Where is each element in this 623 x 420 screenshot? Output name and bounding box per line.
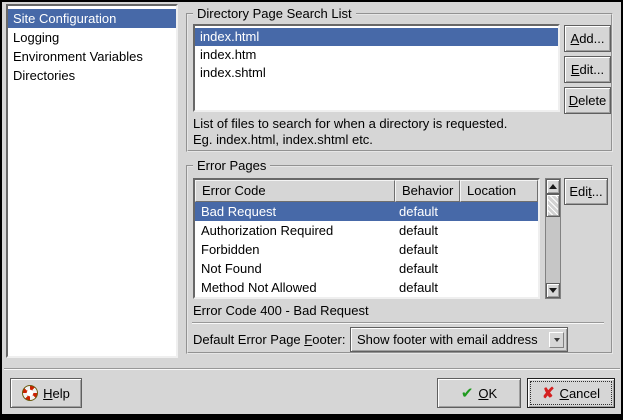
scroll-up-button[interactable] [546,179,560,194]
edit-button[interactable]: Edit... [564,56,611,83]
directory-search-description-line2: Eg. index.html, index.shtml etc. [193,132,373,147]
add-button[interactable]: Add... [564,25,611,52]
list-item-index-htm[interactable]: index.htm [195,46,558,64]
check-icon: ✔ [461,386,474,401]
httpd-config-window: Site Configuration Logging Environment V… [0,0,623,420]
category-list: Site Configuration Logging Environment V… [6,4,178,358]
error-table-scrollbar[interactable] [545,178,561,299]
list-item-index-html[interactable]: index.html [195,28,558,46]
scroll-down-button[interactable] [546,283,560,298]
cancel-button[interactable]: ✘ Cancel [527,378,615,408]
column-header-error-code[interactable]: Error Code [195,180,395,202]
sidebar-item-site-configuration[interactable]: Site Configuration [8,9,176,28]
directory-search-frame: Directory Page Search List index.html in… [186,13,613,152]
table-row[interactable]: Method Not Allowed default [195,278,538,297]
action-bar-separator [4,368,620,370]
sidebar-item-logging[interactable]: Logging [8,28,176,47]
default-error-page-footer-label: Default Error Page Footer: [193,332,345,347]
footer-select-value: Show footer with email address [351,332,549,347]
list-item-index-shtml[interactable]: index.shtml [195,64,558,82]
error-pages-frame-title: Error Pages [193,158,270,174]
error-code-status: Error Code 400 - Bad Request [193,303,369,318]
table-row[interactable]: Bad Request default [195,202,538,221]
arrow-down-icon [549,288,557,293]
arrow-up-icon [549,184,557,189]
delete-button[interactable]: Delete [564,87,611,114]
error-pages-table: Error Code Behavior Location Bad Request… [193,178,540,299]
footer-separator [192,322,604,324]
directory-page-list: index.html index.htm index.shtml [193,24,560,112]
error-pages-frame: Error Pages Error Code Behavior Location… [186,165,613,354]
table-row[interactable]: Not Found default [195,259,538,278]
table-header-row: Error Code Behavior Location [195,180,538,202]
column-header-behavior[interactable]: Behavior [395,180,460,202]
table-row[interactable]: Forbidden default [195,240,538,259]
help-button[interactable]: Help [10,378,82,408]
directory-search-description-line1: List of files to search for when a direc… [193,116,507,131]
sidebar-item-directories[interactable]: Directories [8,66,176,85]
scrollbar-thumb[interactable] [546,194,560,217]
directory-search-frame-title: Directory Page Search List [193,6,356,22]
ok-button[interactable]: ✔ OK [437,378,521,408]
x-icon: ✘ [542,386,555,401]
column-header-location[interactable]: Location [460,180,538,202]
table-row[interactable]: Authorization Required default [195,221,538,240]
chevron-down-icon [549,332,564,348]
life-preserver-icon [22,385,38,401]
default-error-page-footer-select[interactable]: Show footer with email address [350,327,568,352]
edit-error-page-button[interactable]: Edit... [564,178,608,205]
sidebar-item-environment-variables[interactable]: Environment Variables [8,47,176,66]
